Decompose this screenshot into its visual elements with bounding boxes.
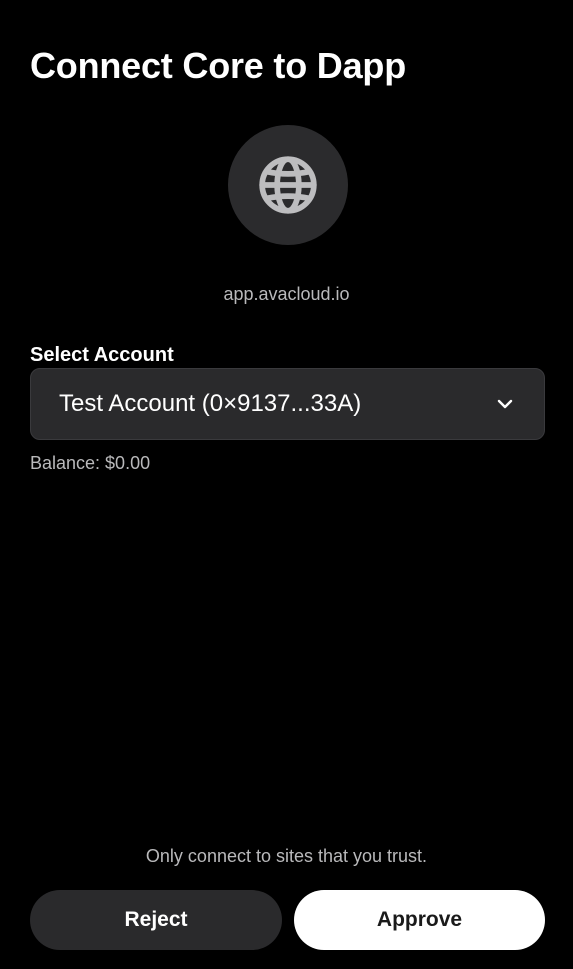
site-domain: app.avacloud.io bbox=[223, 284, 350, 304]
connect-dapp-screen: Connect Core to Dapp app.avacloud.io Sel… bbox=[0, 0, 573, 969]
approve-button[interactable]: Approve bbox=[294, 890, 545, 950]
select-account-label: Select Account bbox=[30, 344, 174, 366]
account-select-dropdown[interactable]: Test Account (0×9137...33A) bbox=[30, 368, 545, 440]
selected-account-value: Test Account (0×9137...33A) bbox=[59, 390, 362, 417]
reject-button[interactable]: Reject bbox=[30, 890, 282, 950]
trust-warning-note: Only connect to sites that you trust. bbox=[145, 846, 428, 866]
globe-icon bbox=[259, 156, 317, 214]
page-title: Connect Core to Dapp bbox=[30, 45, 407, 86]
account-balance: Balance: $0.00 bbox=[30, 453, 151, 473]
chevron-down-icon bbox=[494, 393, 516, 415]
site-avatar bbox=[228, 125, 348, 245]
